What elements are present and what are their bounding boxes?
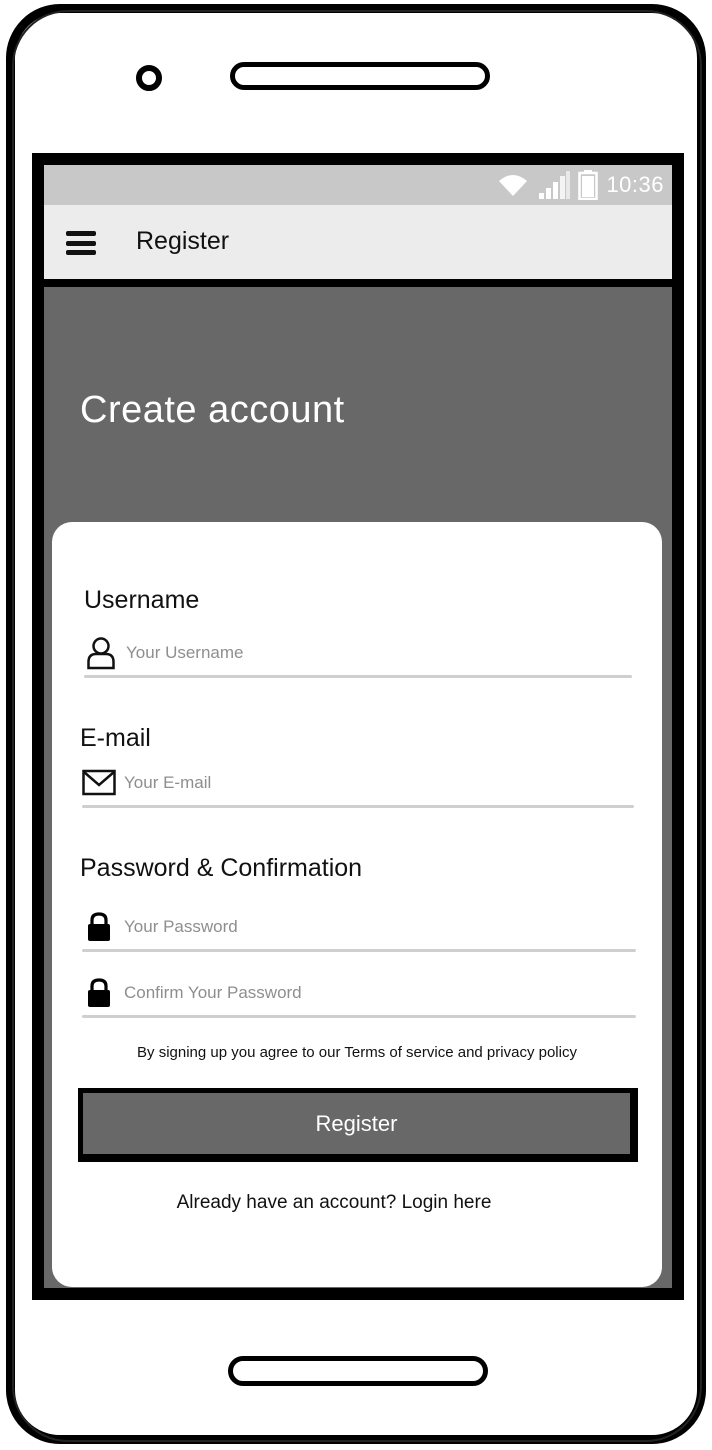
speaker-grille-bottom	[228, 1356, 488, 1386]
signal-icon	[539, 171, 571, 199]
password-section-label: Password & Confirmation	[80, 854, 363, 882]
email-input[interactable]	[124, 768, 604, 798]
phone-screen: 10:36 Register Create account Username Y…	[32, 153, 684, 1300]
camera-icon	[136, 65, 162, 91]
email-label: E-mail	[80, 724, 151, 752]
confirm-password-underline	[82, 1015, 636, 1018]
phone-mockup: 10:36 Register Create account Username Y…	[0, 0, 712, 1450]
register-button[interactable]: Register	[78, 1088, 638, 1162]
password-underline	[82, 949, 636, 952]
page-title: Create account	[80, 389, 345, 431]
confirm-password-field	[82, 972, 636, 1018]
hamburger-menu-icon[interactable]	[66, 231, 96, 255]
battery-icon	[578, 170, 599, 200]
lock-icon	[82, 976, 116, 1010]
envelope-icon	[82, 766, 116, 800]
username-label: Username	[84, 586, 200, 614]
registration-card: Username E-mail	[52, 522, 662, 1287]
password-field	[82, 906, 636, 952]
app-bar-title: Register	[136, 227, 230, 255]
password-input[interactable]	[124, 912, 604, 942]
wifi-icon	[499, 175, 528, 196]
confirm-password-input[interactable]	[124, 978, 604, 1008]
status-icons: 10:36	[496, 170, 664, 200]
lock-icon	[82, 910, 116, 944]
username-field	[84, 632, 632, 678]
username-underline	[84, 675, 632, 678]
app-bar-divider	[44, 279, 672, 287]
email-underline	[82, 805, 634, 808]
speaker-grille-top	[230, 62, 490, 90]
email-field	[82, 762, 634, 808]
status-time: 10:36	[606, 172, 664, 197]
app-bar: Register	[44, 205, 672, 279]
login-link[interactable]: Already have an account? Login here	[52, 1192, 616, 1214]
terms-notice: By signing up you agree to our Terms of …	[137, 1044, 577, 1061]
user-icon	[84, 636, 118, 670]
status-bar: 10:36	[44, 165, 672, 205]
username-input[interactable]	[126, 638, 606, 668]
